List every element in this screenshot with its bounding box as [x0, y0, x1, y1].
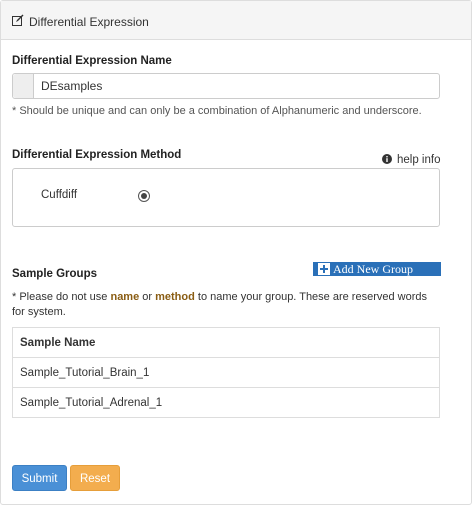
de-method-label: Differential Expression Method: [12, 149, 182, 161]
de-method-box: Cuffdiff: [12, 168, 440, 227]
sample-name-header: Sample Name: [12, 327, 440, 358]
de-name-label: Differential Expression Name: [12, 55, 172, 67]
reset-button[interactable]: Reset: [70, 465, 120, 491]
differential-expression-panel: Differential Expression Differential Exp…: [0, 0, 472, 505]
de-name-help-text: * Should be unique and can only be a com…: [12, 105, 422, 117]
de-name-input[interactable]: [34, 74, 438, 98]
add-new-group-label: Add New Group: [333, 262, 413, 276]
panel-heading: Differential Expression: [1, 1, 471, 40]
table-row: Sample_Tutorial_Brain_1: [12, 357, 440, 388]
reserved-word-name: name: [110, 291, 140, 303]
radio-selected-dot: [141, 193, 147, 199]
cuffdiff-radio[interactable]: [138, 190, 150, 202]
add-new-group-button[interactable]: Add New Group: [313, 262, 441, 276]
note-mid: or: [139, 291, 156, 303]
table-header-row: Sample Name: [12, 327, 440, 358]
sample-groups-table: Sample Name Sample_Tutorial_Brain_1 Samp…: [12, 327, 440, 418]
de-name-input-group: [12, 73, 440, 99]
table-row: Sample_Tutorial_Adrenal_1: [12, 387, 440, 418]
note-prefix: * Please do not use: [12, 291, 111, 303]
reserved-word-method: method: [155, 291, 195, 303]
reserved-words-note: * Please do not use name or method to na…: [12, 290, 442, 320]
sample-name-cell: Sample_Tutorial_Brain_1: [12, 357, 440, 388]
method-option-label: Cuffdiff: [41, 189, 78, 201]
input-addon: [13, 74, 34, 98]
sample-name-cell: Sample_Tutorial_Adrenal_1: [12, 387, 440, 418]
sample-groups-label: Sample Groups: [12, 268, 97, 280]
edit-icon: [12, 14, 24, 26]
plus-square-icon: [318, 263, 330, 275]
panel-title: Differential Expression: [29, 15, 149, 29]
info-circle-icon: [382, 154, 392, 164]
help-info-link[interactable]: help info: [382, 154, 440, 166]
submit-button[interactable]: Submit: [12, 465, 67, 491]
help-info-label: help info: [397, 154, 441, 166]
